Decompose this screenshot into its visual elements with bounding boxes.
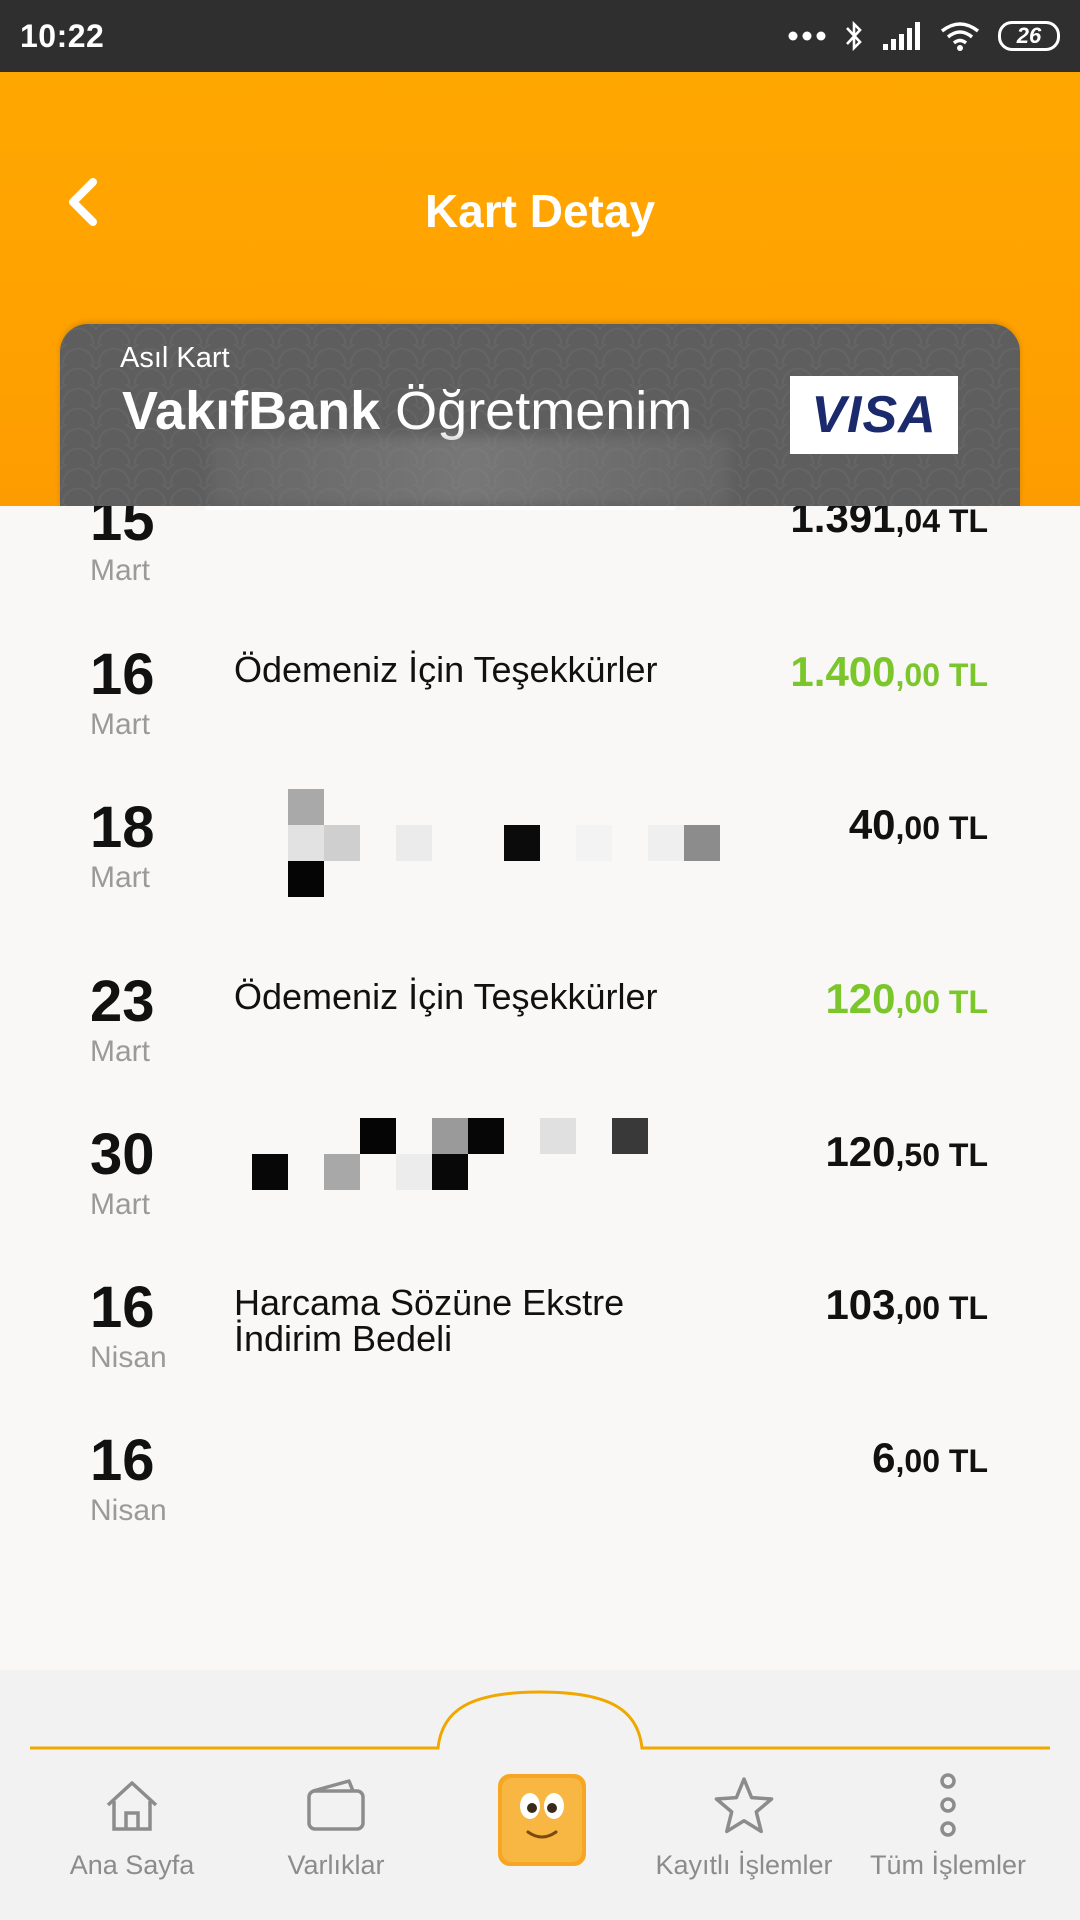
- transaction-row[interactable]: 16 Mart Ödemeniz İçin Teşekkürler 1.400,…: [0, 646, 1080, 796]
- transaction-month: Mart: [90, 861, 150, 894]
- bluetooth-icon: [844, 19, 864, 53]
- amount-cents: ,00 TL: [895, 1443, 988, 1479]
- amount-cents: ,00 TL: [895, 984, 988, 1020]
- more-vertical-icon: [913, 1770, 983, 1840]
- transaction-row[interactable]: 18 Mart 40,00 TL: [0, 789, 1080, 949]
- nav-label: Tüm İşlemler: [869, 1850, 1026, 1880]
- amount-whole: 103: [825, 1281, 896, 1328]
- bottom-nav: Ana Sayfa Varlıklar Kayıtlı İşlemler Tüm…: [0, 1670, 1080, 1920]
- transaction-day: 16: [90, 1428, 155, 1493]
- transaction-list[interactable]: 15 Mart 1.391,04 TL 16 Mart Ödemeniz İçi…: [0, 506, 1080, 1670]
- transaction-amount: 120,50 TL: [825, 1128, 988, 1176]
- status-time: 10:22: [20, 17, 105, 54]
- nav-item-all-transactions[interactable]: Tüm İşlemler: [848, 1770, 1048, 1881]
- transaction-month: Nisan: [90, 1341, 167, 1374]
- card-type-label: Asıl Kart: [120, 342, 230, 374]
- transaction-day: 16: [90, 1275, 155, 1340]
- signal-icon: [882, 22, 922, 50]
- transaction-row[interactable]: 16 Nisan Harcama Sözüne Ekstre İndirim B…: [0, 1279, 1080, 1429]
- transaction-amount: 120,00 TL: [825, 975, 988, 1023]
- battery-icon: 26: [998, 21, 1060, 51]
- status-bar: 10:22 26: [0, 0, 1080, 72]
- amount-whole: 1.400: [790, 648, 896, 695]
- card-number-blurred: [210, 436, 730, 506]
- transaction-amount: 103,00 TL: [825, 1281, 988, 1329]
- amount-cents: ,50 TL: [895, 1137, 988, 1173]
- wifi-icon: [940, 21, 980, 51]
- transaction-row[interactable]: 23 Mart Ödemeniz İçin Teşekkürler 120,00…: [0, 973, 1080, 1123]
- transaction-amount: 40,00 TL: [849, 801, 988, 849]
- status-icons: 26: [788, 19, 1060, 53]
- transaction-amount: 1.400,00 TL: [790, 648, 988, 696]
- transaction-day: 18: [90, 795, 155, 860]
- card-product: Öğretmenim: [395, 381, 693, 441]
- transaction-month: Mart: [90, 554, 150, 587]
- nav-label: Varlıklar: [287, 1850, 385, 1880]
- transaction-amount: 6,00 TL: [872, 1434, 988, 1482]
- visa-logo: VISA: [790, 376, 958, 454]
- mascot-icon: [498, 1774, 586, 1866]
- amount-whole: 120: [825, 1128, 896, 1175]
- card-name: VakıfBank Öğretmenim: [122, 380, 692, 442]
- transaction-day: 30: [90, 1122, 155, 1187]
- transaction-month: Nisan: [90, 1494, 167, 1527]
- page-title: Kart Detay: [424, 185, 656, 237]
- amount-cents: ,00 TL: [895, 1290, 988, 1326]
- more-dots-icon: [788, 30, 826, 42]
- amount-whole: 120: [825, 975, 896, 1022]
- transaction-month: Mart: [90, 708, 150, 741]
- amount-whole: 40: [848, 801, 896, 848]
- transaction-month: Mart: [90, 1188, 150, 1221]
- nav-item-saved-transactions[interactable]: Kayıtlı İşlemler: [644, 1770, 844, 1881]
- wallet-icon: [301, 1770, 371, 1840]
- transaction-month: Mart: [90, 1035, 150, 1068]
- transaction-day: 15: [90, 506, 155, 553]
- amount-whole: 6: [872, 1434, 896, 1481]
- card-brand: VakıfBank: [122, 381, 381, 441]
- transaction-amount: 1.391,04 TL: [790, 506, 988, 542]
- amount-whole: 1.391: [790, 506, 896, 541]
- home-icon: [97, 1770, 167, 1840]
- transaction-description: Ödemeniz İçin Teşekkürler: [234, 649, 658, 690]
- transaction-description: Harcama Sözüne Ekstre İndirim Bedeli: [234, 1282, 625, 1359]
- amount-cents: ,04 TL: [895, 506, 988, 539]
- mascot-button[interactable]: [494, 1770, 590, 1870]
- amount-cents: ,00 TL: [895, 810, 988, 846]
- transaction-day: 16: [90, 642, 155, 707]
- amount-cents: ,00 TL: [895, 657, 988, 693]
- nav-item-assets[interactable]: Varlıklar: [236, 1770, 436, 1881]
- nav-item-home[interactable]: Ana Sayfa: [32, 1770, 232, 1881]
- transaction-row[interactable]: 16 Nisan 6,00 TL: [0, 1432, 1080, 1582]
- credit-card[interactable]: Asıl Kart VakıfBank Öğretmenim VISA: [60, 324, 1020, 506]
- transaction-day: 23: [90, 969, 155, 1034]
- nav-label: Ana Sayfa: [69, 1850, 195, 1880]
- transaction-row[interactable]: 15 Mart 1.391,04 TL: [0, 506, 1080, 642]
- transaction-row[interactable]: 30 Mart 120,50 TL: [0, 1118, 1080, 1276]
- transaction-description: Ödemeniz İçin Teşekkürler: [234, 976, 658, 1017]
- star-icon: [709, 1770, 779, 1840]
- nav-label: Kayıtlı İşlemler: [655, 1850, 833, 1880]
